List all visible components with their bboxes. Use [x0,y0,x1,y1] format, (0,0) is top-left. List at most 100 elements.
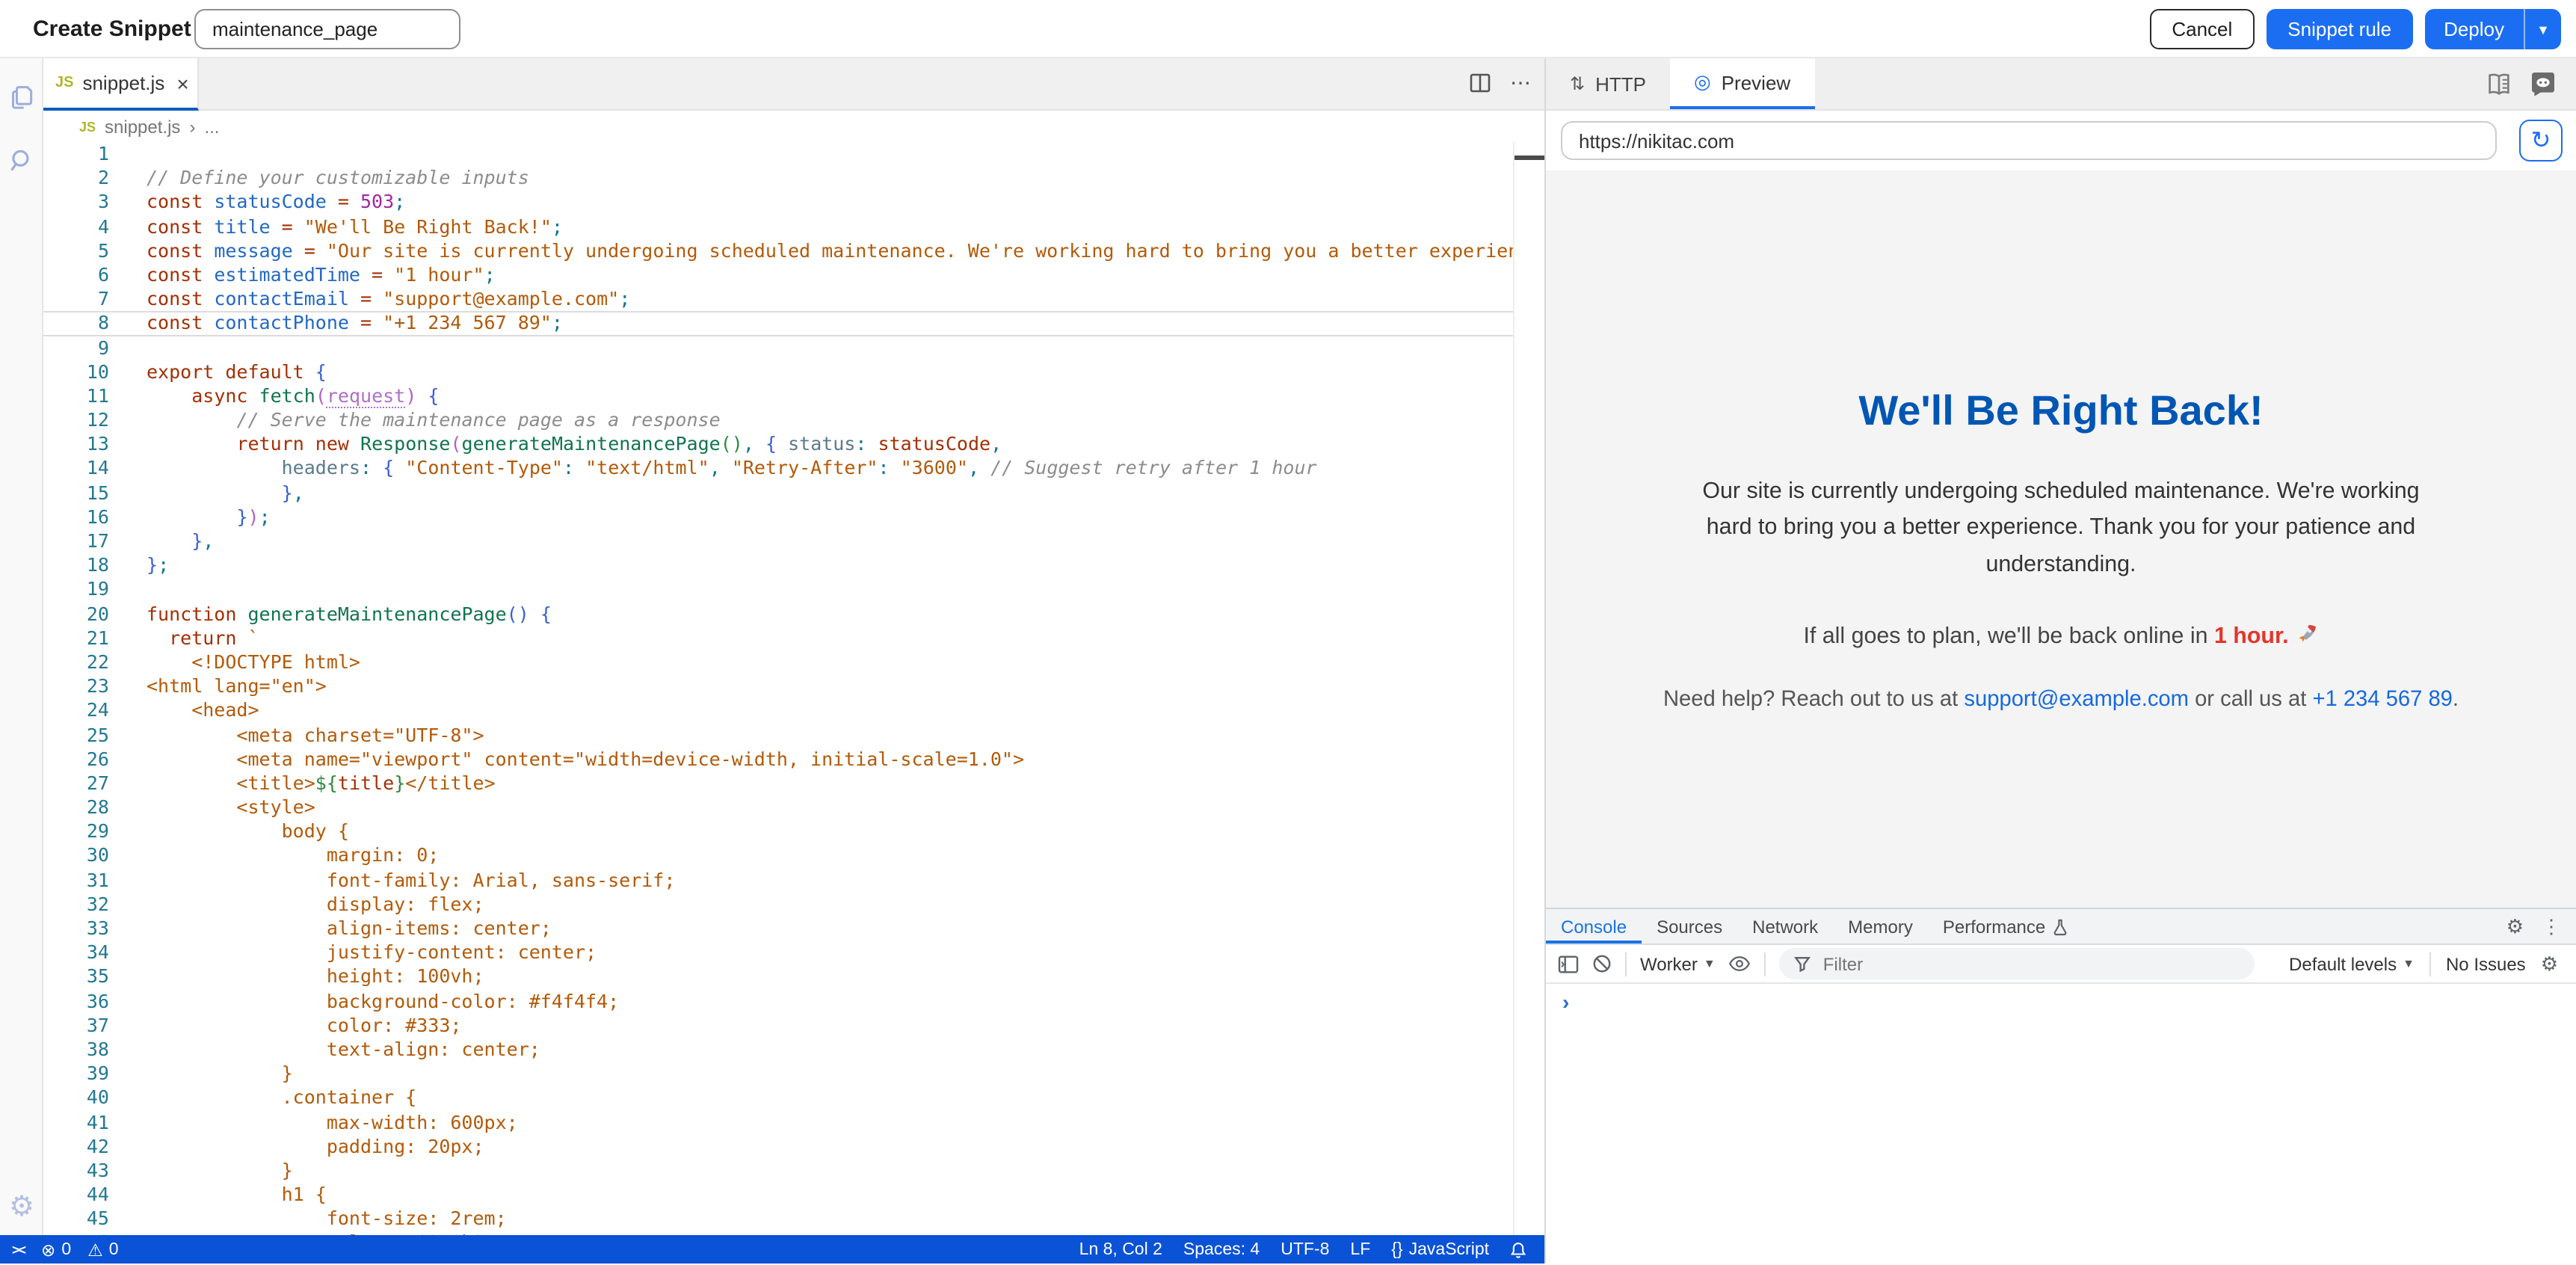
preview-url-input[interactable] [1561,121,2497,160]
breadcrumb-more[interactable]: ... [204,116,219,137]
code-line[interactable]: 23<html lang="en"> [43,674,1513,698]
code-line[interactable]: 20function generateMaintenancePage() { [43,602,1513,626]
code-line[interactable]: 11 async fetch(request) { [43,384,1513,408]
code-line[interactable]: 17 }, [43,529,1513,553]
devtools-tab-sources[interactable]: Sources [1642,909,1737,944]
line-number: 42 [43,1134,109,1158]
tab-preview[interactable]: ◎ Preview [1670,58,1814,109]
files-icon[interactable] [0,82,43,112]
code-line[interactable]: 25 <meta charset="UTF-8"> [43,723,1513,747]
devtools-tab-network[interactable]: Network [1737,909,1833,944]
context-selector[interactable]: Worker ▼ [1640,953,1716,974]
remote-indicator-icon[interactable]: >< [12,1242,25,1257]
search-icon[interactable] [0,147,43,175]
code-line[interactable]: 6const estimatedTime = "1 hour"; [43,263,1513,287]
problems-errors[interactable]: ⊗ 0 [41,1239,71,1260]
code-line[interactable]: 45 font-size: 2rem; [43,1207,1513,1231]
tab-close-icon[interactable]: × [176,71,188,95]
code-line[interactable]: 30 margin: 0; [43,844,1513,868]
code-line[interactable]: 21 return ` [43,627,1513,650]
code-line[interactable]: 1 [43,142,1513,166]
code-line[interactable]: 36 background-color: #f4f4f4; [43,989,1513,1013]
refresh-button[interactable]: ↻ [2519,120,2563,161]
code-line[interactable]: 24 <head> [43,699,1513,723]
problems-warnings[interactable]: ⚠ 0 [87,1239,118,1260]
code-editor[interactable]: 12// Define your customizable inputs3con… [43,142,1513,1235]
breadcrumb-file[interactable]: snippet.js [105,116,180,137]
code-line[interactable]: 26 <meta name="viewport" content="width=… [43,747,1513,771]
clear-console-icon[interactable] [1592,954,1612,973]
encoding[interactable]: UTF-8 [1281,1240,1329,1258]
code-line[interactable]: 28 <style> [43,795,1513,819]
console-settings-gear-icon[interactable]: ⚙ [2541,952,2558,976]
deploy-button[interactable]: Deploy [2424,9,2524,49]
eol-sequence[interactable]: LF [1350,1240,1370,1258]
snippet-rule-button[interactable]: Snippet rule [2267,9,2412,49]
code-line[interactable]: 13 return new Response(generateMaintenan… [43,433,1513,457]
deploy-dropdown-button[interactable]: ▼ [2525,9,2561,49]
code-line[interactable]: 12 // Serve the maintenance page as a re… [43,408,1513,432]
code-line[interactable]: 41 max-width: 600px; [43,1110,1513,1134]
code-line[interactable]: 15 }, [43,481,1513,505]
editor-tabstrip: JS snippet.js × ⋯ [43,58,1544,111]
code-line[interactable]: 39 } [43,1062,1513,1086]
more-actions-icon[interactable]: ⋯ [1510,70,1532,96]
code-line[interactable]: 27 <title>${title}</title> [43,772,1513,795]
devtools-tab-label: Console [1561,916,1627,937]
notifications-bell-icon[interactable] [1510,1240,1526,1258]
code-line[interactable]: 18}; [43,553,1513,577]
language-mode[interactable]: {} JavaScript [1391,1240,1489,1258]
line-number: 1 [43,142,109,166]
devtools-tab-console[interactable]: Console [1546,909,1642,944]
code-line[interactable]: 19 [43,578,1513,602]
support-email-link[interactable]: support@example.com [1964,688,2189,712]
split-editor-icon[interactable] [1470,73,1491,93]
phone-link[interactable]: +1 234 567 89 [2312,688,2452,712]
code-line[interactable]: 37 color: #333; [43,1014,1513,1038]
snippet-name-input[interactable] [194,9,460,49]
code-line[interactable]: 10export default { [43,360,1513,384]
code-line[interactable]: 5const message = "Our site is currently … [43,239,1513,263]
settings-gear-icon[interactable]: ⚙ [0,1190,43,1225]
issues-counter[interactable]: No Issues [2446,953,2526,974]
code-line[interactable]: 29 body { [43,820,1513,844]
console-sidebar-icon[interactable] [1558,955,1579,973]
devtools-tab-performance[interactable]: Performance [1928,909,2083,944]
log-levels-selector[interactable]: Default levels ▼ [2289,953,2415,974]
code-line[interactable]: 2// Define your customizable inputs [43,166,1513,190]
code-line[interactable]: 42 padding: 20px; [43,1134,1513,1158]
code-line[interactable]: 43 } [43,1159,1513,1183]
filter-input[interactable] [1820,952,2240,976]
code-line[interactable]: 8const contactPhone = "+1 234 567 89"; [43,312,1513,336]
code-line[interactable]: 34 justify-content: center; [43,941,1513,964]
docs-book-icon[interactable] [2485,71,2513,96]
code-text: <!DOCTYPE html> [109,650,360,674]
code-line[interactable]: 4const title = "We'll Be Right Back!"; [43,215,1513,238]
code-line[interactable]: 44 h1 { [43,1183,1513,1207]
indentation[interactable]: Spaces: 4 [1183,1240,1260,1258]
code-line[interactable]: 7const contactEmail = "support@example.c… [43,287,1513,311]
cancel-button[interactable]: Cancel [2149,9,2255,49]
console-output[interactable]: › [1546,984,2576,1265]
devtools-more-icon[interactable]: ⋮ [2542,914,2561,938]
code-line[interactable]: 3const statusCode = 503; [43,191,1513,215]
code-line[interactable]: 16 }); [43,505,1513,529]
discord-icon[interactable] [2528,69,2558,99]
devtools-settings-gear-icon[interactable]: ⚙ [2506,914,2524,938]
code-line[interactable]: 22 <!DOCTYPE html> [43,650,1513,674]
code-line[interactable]: 31 font-family: Arial, sans-serif; [43,868,1513,892]
code-line[interactable]: 33 align-items: center; [43,917,1513,941]
code-line[interactable]: 14 headers: { "Content-Type": "text/html… [43,457,1513,481]
tab-snippet-js[interactable]: JS snippet.js × [43,58,199,111]
live-expression-eye-icon[interactable] [1729,955,1751,972]
code-line[interactable]: 38 text-align: center; [43,1038,1513,1062]
code-line[interactable]: 9 [43,336,1513,360]
cursor-position[interactable]: Ln 8, Col 2 [1079,1240,1162,1258]
code-line[interactable]: 40 .container { [43,1086,1513,1110]
devtools-tab-memory[interactable]: Memory [1833,909,1928,944]
editor-scrollbar[interactable] [1513,142,1544,1235]
console-prompt-chevron: › [1562,990,1569,1014]
code-line[interactable]: 32 display: flex; [43,893,1513,917]
tab-http[interactable]: ⇅ HTTP [1546,58,1670,109]
code-line[interactable]: 35 height: 100vh; [43,965,1513,989]
